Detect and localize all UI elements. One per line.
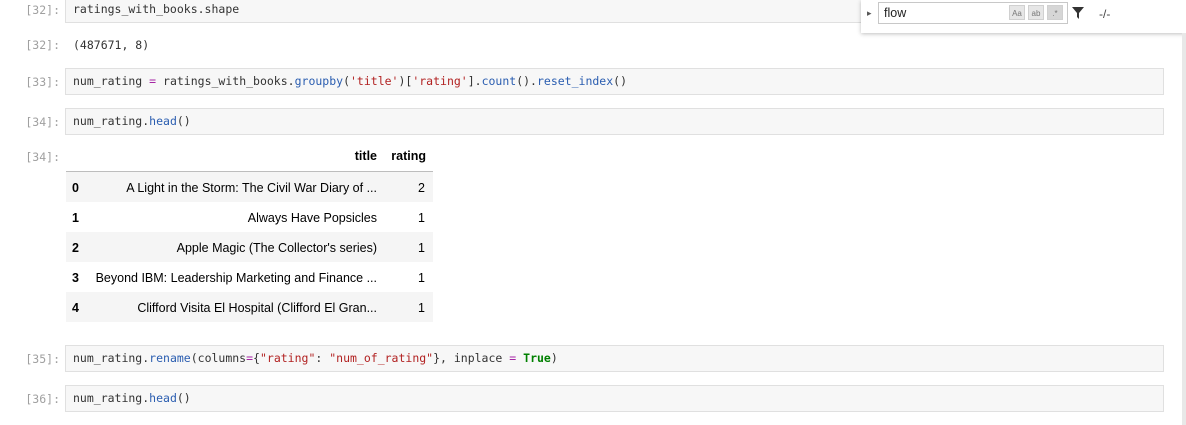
table-header: title rating [66,141,433,172]
table-row: 3 Beyond IBM: Leadership Marketing and F… [66,262,433,292]
find-widget: ▸ flow Aa ab .* -/- [861,0,1186,33]
code-token: () [176,114,191,128]
code-token: ratings_with_books. [156,74,295,88]
code-token: () [613,74,628,88]
row-index: 3 [72,271,79,285]
row-title: Clifford Visita El Hospital (Clifford El… [137,301,377,315]
row-rating: 1 [418,241,425,255]
code-token: True [523,351,551,365]
output-shape: (487671, 8) [73,38,150,52]
column-header-title: title [354,149,377,163]
code-token: () [176,391,191,405]
code-token: num_rating. [73,391,150,405]
code-token: head [149,391,177,405]
code-token: = [246,351,254,365]
table-row: 4 Clifford Visita El Hospital (Clifford … [66,292,433,322]
in-prompt-36: [36]: [25,392,60,406]
regex-icon[interactable]: .* [1047,5,1063,20]
in-prompt-35: [35]: [25,352,60,366]
row-title: Apple Magic (The Collector's series) [176,241,377,255]
code-token: (columns [190,351,247,365]
row-index: 2 [72,241,79,255]
row-rating: 1 [418,271,425,285]
code-cell-33[interactable]: num_rating = ratings_with_books.groupby(… [65,68,1164,95]
code-token: "num_of_rating" [329,351,434,365]
in-prompt-33: [33]: [25,75,60,89]
out-prompt-32: [32]: [25,38,60,52]
table-row: 2 Apple Magic (The Collector's series) 1 [66,232,433,262]
code-token: 'rating' [412,74,468,88]
table-row: 1 Always Have Popsicles 1 [66,202,433,232]
code-cell-36[interactable]: num_rating.head() [65,385,1164,412]
code-token: count [481,74,517,88]
match-case-icon[interactable]: Aa [1009,5,1025,20]
row-title: Always Have Popsicles [247,211,377,225]
code-text: ratings_with_books.shape [73,2,240,16]
in-prompt-34: [34]: [25,115,60,129]
chevron-right-icon[interactable]: ▸ [867,8,872,19]
out-prompt-34: [34]: [25,150,60,164]
code-token: (). [516,74,537,88]
code-token: num_rating. [73,114,150,128]
code-token: "rating" [259,351,316,365]
row-rating: 1 [418,211,425,225]
code-token: ( [343,74,350,88]
row-title: Beyond IBM: Leadership Marketing and Fin… [95,271,377,285]
code-token: )[ [398,74,413,88]
code-token: num_rating [73,74,150,88]
table-row: 0 A Light in the Storm: The Civil War Di… [66,172,433,202]
scrollbar[interactable] [1182,33,1186,425]
code-token: }, inplace [433,351,510,365]
dataframe-table: title rating 0 A Light in the Storm: The… [66,141,433,322]
row-title: A Light in the Storm: The Civil War Diar… [126,181,377,195]
in-prompt-32: [32]: [25,3,60,17]
code-token: head [149,114,177,128]
row-index: 0 [72,181,79,195]
code-token: 'title' [350,74,399,88]
whole-word-icon[interactable]: ab [1028,5,1044,20]
code-token: ) [550,351,558,365]
row-rating: 1 [418,301,425,315]
code-token: reset_index [536,74,614,88]
code-cell-35[interactable]: num_rating.rename(columns={"rating": "nu… [65,345,1164,372]
code-cell-34[interactable]: num_rating.head() [65,108,1164,135]
code-token: num_rating. [73,351,150,365]
code-token: ]. [467,74,482,88]
code-token: { [253,351,260,365]
column-header-rating: rating [391,149,426,163]
code-token: rename [149,351,191,365]
row-index: 4 [72,301,79,315]
funnel-icon[interactable] [1072,6,1084,24]
row-rating: 2 [418,181,425,195]
code-token: : [315,351,330,365]
find-result-count: -/- [1099,7,1111,21]
row-index: 1 [72,211,79,225]
code-token: groupby [294,74,344,88]
